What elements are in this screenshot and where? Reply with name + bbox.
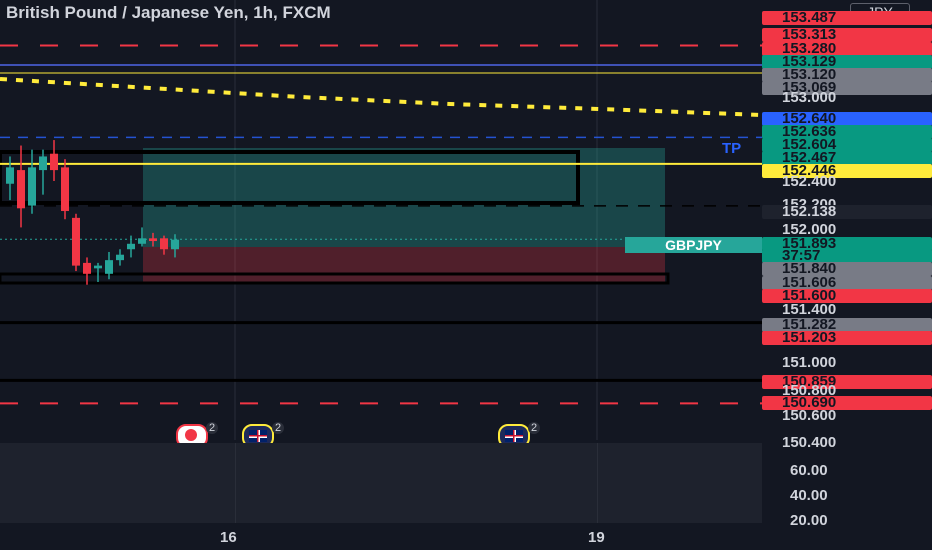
- indicator-axis-label: 20.00: [790, 512, 828, 529]
- moving-average: [0, 77, 763, 117]
- chart-title: British Pound / Japanese Yen, 1h, FXCM: [6, 3, 331, 22]
- candle-body: [149, 238, 157, 242]
- candle-body: [116, 254, 124, 261]
- time-axis[interactable]: 16 19: [0, 523, 762, 550]
- candle-body: [83, 262, 91, 274]
- badge-count: 2: [206, 422, 219, 434]
- price-label: 151.000: [782, 354, 837, 371]
- candle-body: [138, 238, 146, 244]
- candle-body: [61, 167, 69, 212]
- candle-body: [105, 260, 113, 274]
- symbol-label: GBPJPY: [625, 237, 762, 253]
- candle-body: [50, 153, 58, 171]
- grid-line: [235, 443, 236, 523]
- price-label: 150.600: [782, 407, 837, 424]
- price-label: 150.400: [782, 434, 837, 451]
- price-label: 151.203: [762, 330, 932, 345]
- time-label: 19: [588, 529, 605, 546]
- candle-body: [72, 217, 80, 266]
- position-stop-zone: [143, 247, 665, 284]
- price-label: 153.487: [762, 10, 932, 25]
- price-label: 153.000: [782, 89, 837, 106]
- candle-body: [17, 170, 25, 209]
- price-label: 152.400: [782, 173, 837, 190]
- badge-count: 2: [528, 422, 541, 434]
- flag-cross: [249, 430, 267, 442]
- tp-marker: TP: [722, 140, 742, 157]
- uk-flag-icon: [505, 430, 523, 442]
- record-icon: [185, 429, 197, 441]
- price-axis[interactable]: JPY 153.487153.313153.280153.129153.1201…: [762, 0, 932, 550]
- candle-body: [127, 243, 135, 250]
- badge-count: 2: [272, 422, 285, 434]
- indicator-axis-label: 40.00: [790, 487, 828, 504]
- candle-body: [39, 156, 47, 171]
- candle-body: [6, 167, 14, 184]
- price-label: 151.400: [782, 301, 837, 318]
- time-label: 16: [220, 529, 237, 546]
- uk-flag-icon: [249, 430, 267, 442]
- chart-canvas[interactable]: [0, 0, 763, 440]
- indicator-axis-label: 60.00: [790, 462, 828, 479]
- candle-body: [28, 167, 36, 206]
- price-label: 152.138: [762, 204, 932, 219]
- candle-body: [160, 238, 168, 250]
- price-chart[interactable]: British Pound / Japanese Yen, 1h, FXCM G…: [0, 0, 763, 448]
- candle-body: [171, 239, 179, 250]
- grid-line: [597, 443, 598, 523]
- indicator-pane[interactable]: [0, 443, 762, 523]
- flag-cross: [505, 430, 523, 442]
- candle-body: [94, 265, 102, 269]
